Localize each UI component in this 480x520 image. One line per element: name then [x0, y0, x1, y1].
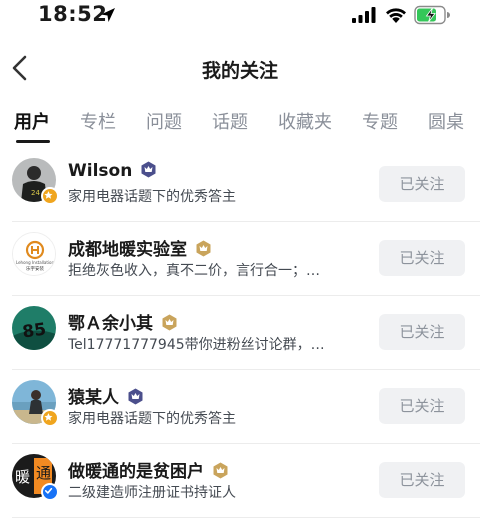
following-button[interactable]: 已关注 [379, 388, 465, 424]
user-name: 猿某人 [68, 383, 144, 408]
battery-charging-icon [414, 5, 450, 25]
following-button[interactable]: 已关注 [379, 240, 465, 276]
user-name: 成都地暖实验室 [68, 235, 212, 260]
following-button[interactable]: 已关注 [379, 462, 465, 498]
tab-topics[interactable]: 话题 [212, 108, 248, 134]
avatar[interactable]: 暖 通 [12, 454, 59, 501]
page-title: 我的关注 [201, 60, 278, 82]
list-item[interactable]: Lehong Installation 乐宇安装 成都地暖实验室 拒绝灰色收入，… [0, 222, 480, 296]
svg-text:24: 24 [31, 189, 40, 197]
avatar[interactable] [12, 380, 59, 427]
svg-text:乐宇安装: 乐宇安装 [26, 265, 44, 272]
star-badge-icon [41, 187, 59, 205]
cellular-signal-icon [352, 7, 376, 23]
verified-check-icon [41, 483, 59, 501]
avatar[interactable]: 85 [12, 306, 56, 350]
avatar[interactable]: Lehong Installation 乐宇安装 [12, 232, 56, 276]
list-item[interactable]: 暖 通 做暖通的是贫困户 二级建造师注册证书持证人 已关注 [0, 444, 480, 518]
active-tab-indicator [16, 140, 50, 143]
company-logo-icon: Lehong Installation 乐宇安装 [13, 233, 55, 275]
crown-badge-icon [213, 462, 228, 478]
divider [12, 517, 480, 518]
status-bar: 18:52 [0, 0, 480, 34]
svg-text:Lehong Installation: Lehong Installation [16, 260, 55, 265]
user-name: 做暖通的是贫困户 [68, 457, 229, 482]
user-description: 拒绝灰色收入，真不二价，言行合一；… [68, 263, 320, 279]
list-item[interactable]: 85 鄂Ａ余小其 Tel17771777945带你进粉丝讨论群，… 已关注 [0, 296, 480, 370]
user-description: 家用电器话题下的优秀答主 [68, 189, 236, 205]
tab-roundtables[interactable]: 圆桌 [428, 108, 464, 134]
nav-bar: 我的关注 [0, 44, 480, 92]
user-photo-icon: 85 [12, 306, 56, 350]
tab-specials[interactable]: 专题 [362, 108, 398, 134]
location-arrow-icon [101, 8, 115, 22]
crown-badge-icon [196, 240, 211, 256]
svg-text:暖: 暖 [15, 468, 30, 486]
crown-badge-icon [141, 161, 156, 177]
user-description: 家用电器话题下的优秀答主 [68, 411, 236, 427]
tab-collections[interactable]: 收藏夹 [278, 108, 332, 134]
list-item[interactable]: 24 Wilson 家用电器话题下的优秀答主 已关注 [0, 148, 480, 222]
following-button[interactable]: 已关注 [379, 314, 465, 350]
wifi-icon [386, 8, 406, 23]
user-name: Wilson [68, 161, 157, 181]
crown-badge-icon [128, 388, 143, 404]
tab-columns[interactable]: 专栏 [80, 108, 116, 134]
list-item[interactable]: 猿某人 家用电器话题下的优秀答主 已关注 [0, 370, 480, 444]
user-description: Tel17771777945带你进粉丝讨论群，… [68, 337, 325, 353]
following-button[interactable]: 已关注 [379, 166, 465, 202]
svg-text:通: 通 [36, 464, 51, 482]
user-name: 鄂Ａ余小其 [68, 309, 178, 334]
svg-text:85: 85 [21, 319, 47, 342]
avatar[interactable]: 24 [12, 158, 59, 205]
tab-users[interactable]: 用户 [14, 108, 50, 134]
status-time: 18:52 [38, 2, 108, 26]
user-description: 二级建造师注册证书持证人 [68, 485, 236, 501]
star-badge-icon [41, 409, 59, 427]
crown-badge-icon [162, 314, 177, 330]
tab-questions[interactable]: 问题 [146, 108, 182, 134]
tab-bar: 用户 专栏 问题 话题 收藏夹 专题 圆桌 [0, 100, 480, 144]
